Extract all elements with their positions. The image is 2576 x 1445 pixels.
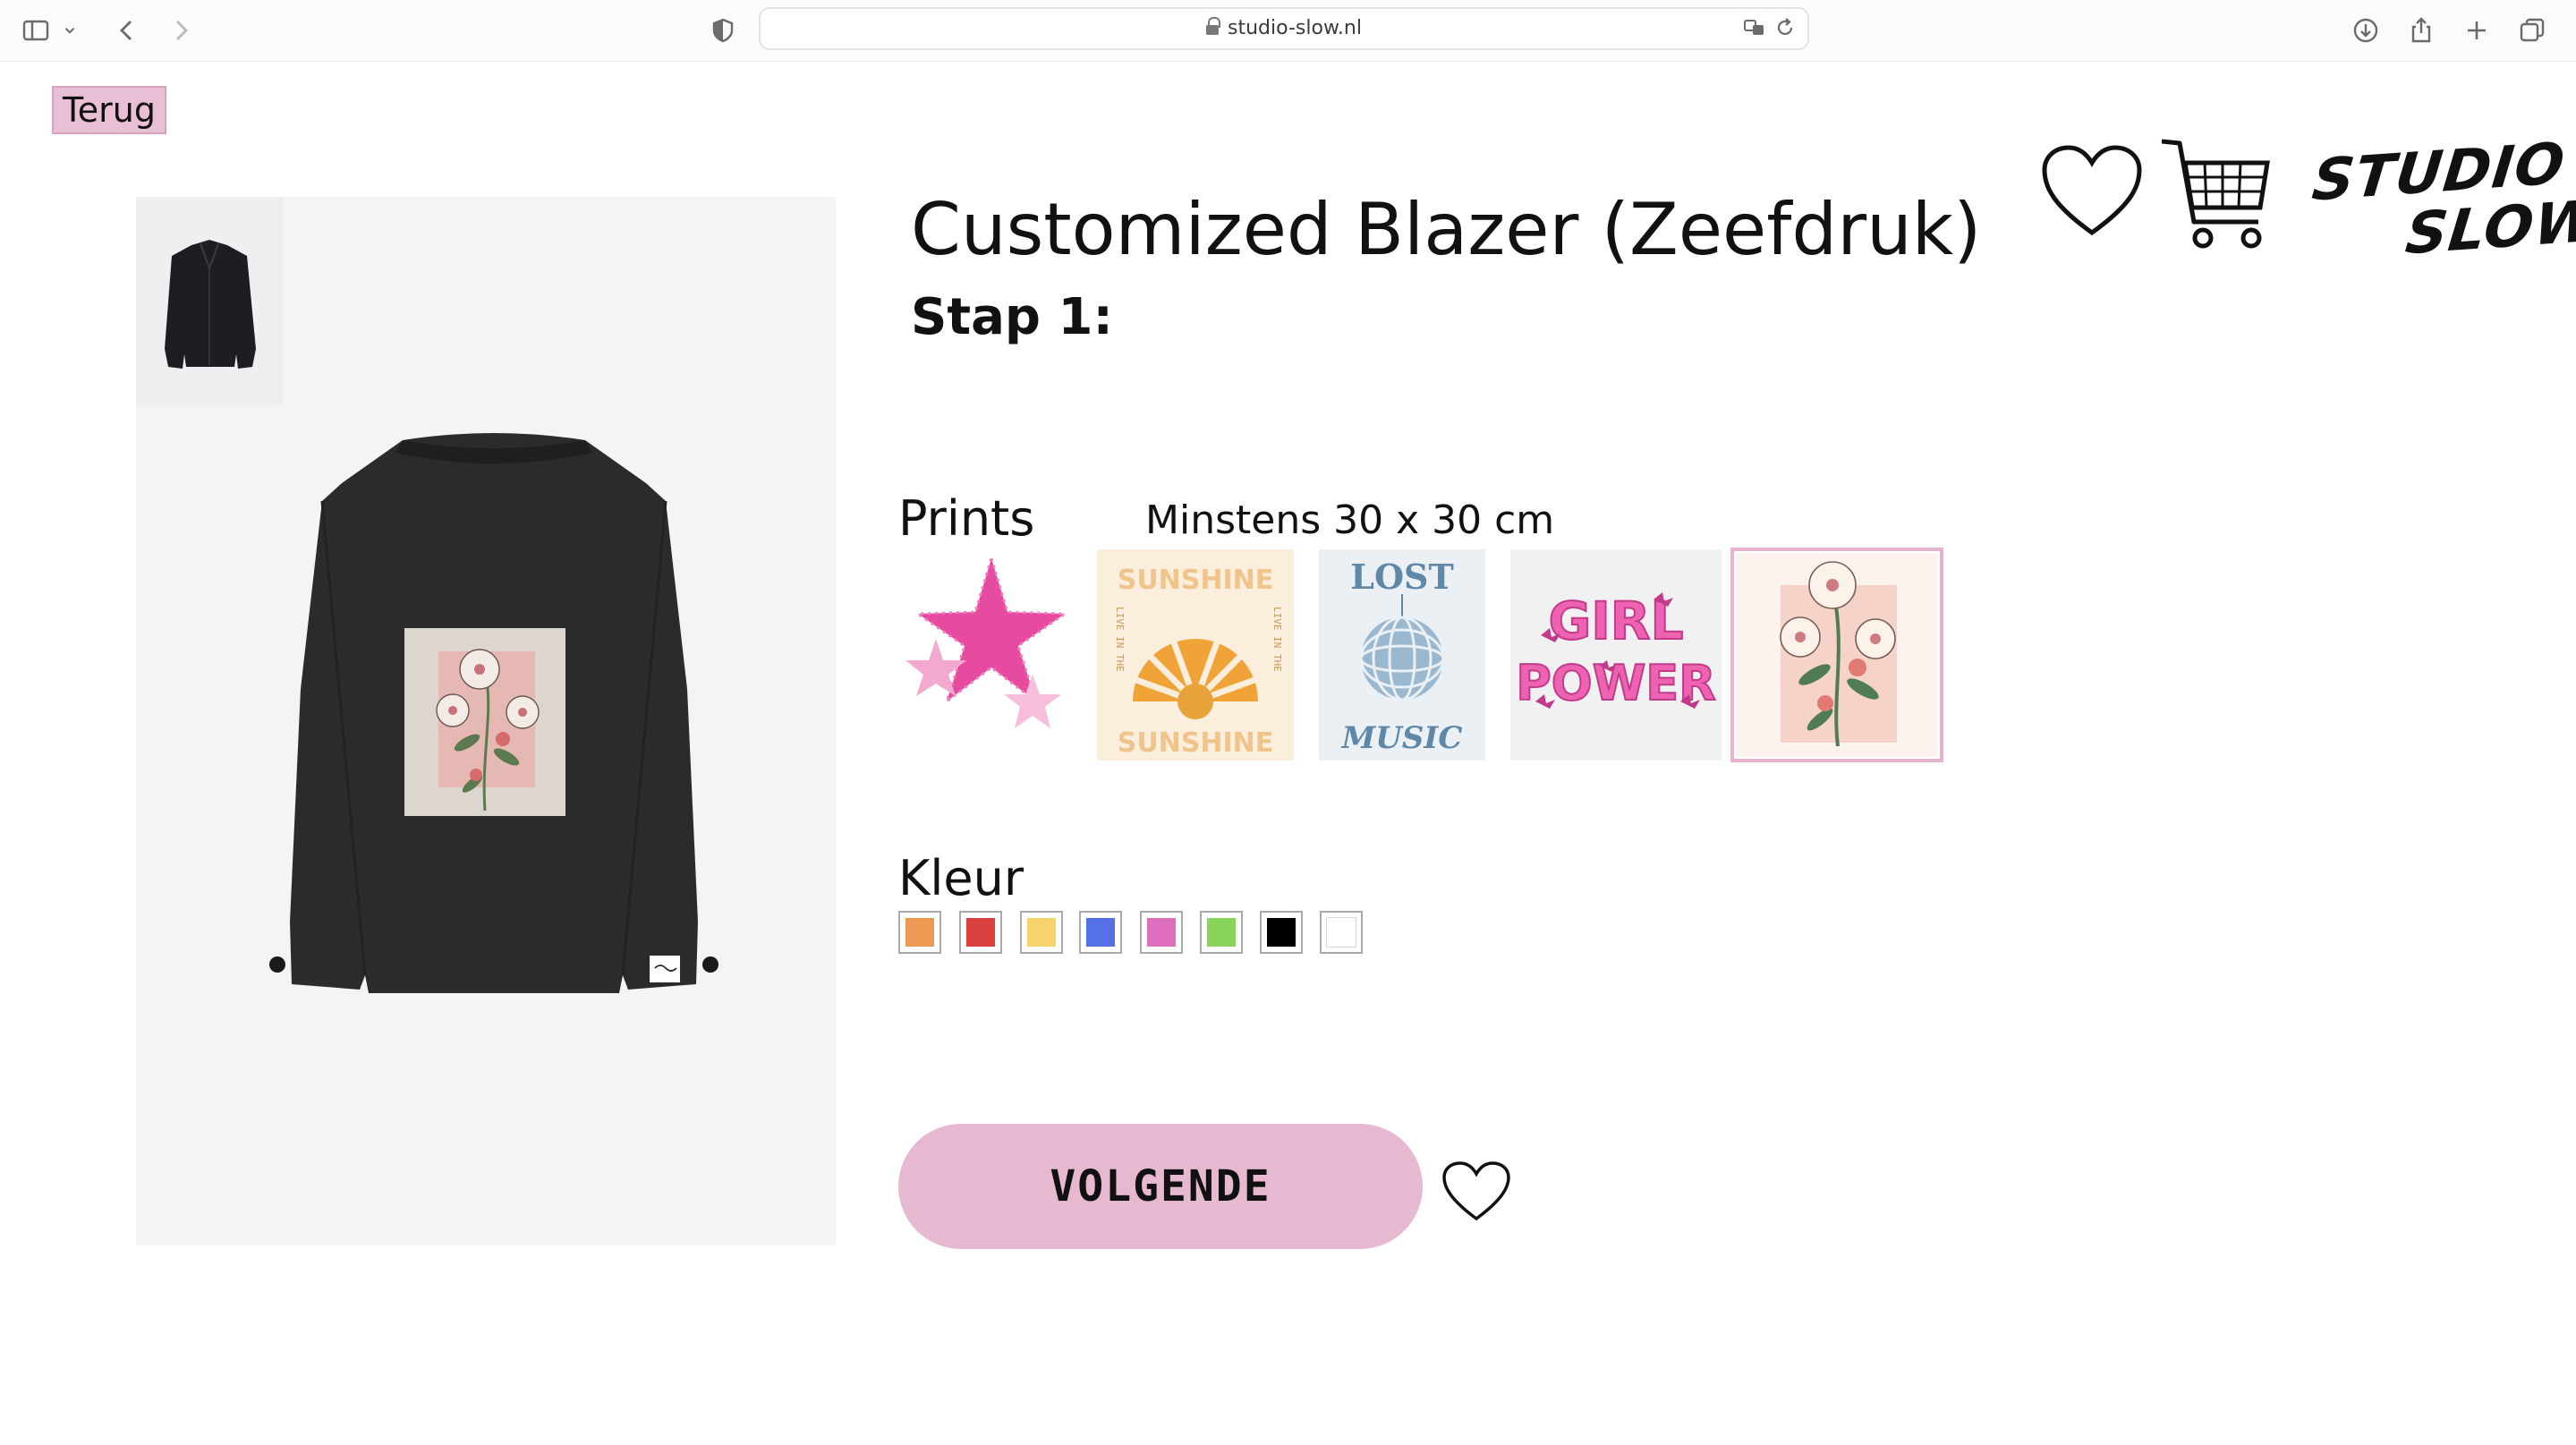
tab-overview-icon[interactable] bbox=[2512, 11, 2552, 50]
sunshine-side-text-right: LIVE IN THE bbox=[1271, 607, 1283, 672]
color-swatch-red[interactable] bbox=[959, 911, 1002, 954]
forward-arrow-icon[interactable] bbox=[161, 11, 200, 50]
new-tab-plus-icon[interactable] bbox=[2457, 11, 2496, 50]
color-label: Kleur bbox=[898, 850, 1024, 906]
back-arrow-icon[interactable] bbox=[107, 11, 147, 50]
music-text: MUSIC bbox=[1341, 720, 1463, 756]
print-option-lost-in-music[interactable]: LOST MUSIC bbox=[1319, 549, 1485, 761]
prints-label: Prints bbox=[898, 490, 1035, 547]
color-swatch-green[interactable] bbox=[1200, 911, 1243, 954]
studio-slow-logo[interactable]: STUDIO SLOW bbox=[2309, 131, 2576, 268]
privacy-shield-icon[interactable] bbox=[703, 11, 743, 50]
print-option-flower[interactable] bbox=[1730, 548, 1943, 762]
print-option-stars[interactable] bbox=[898, 549, 1079, 761]
print-option-sunshine[interactable]: SUNSHINE SUNSHINE LIVE IN THE LIVE IN TH… bbox=[1097, 549, 1294, 761]
lock-icon bbox=[1206, 17, 1220, 35]
color-swatch-orange[interactable] bbox=[898, 911, 941, 954]
share-icon[interactable] bbox=[2402, 11, 2441, 50]
color-swatch-pink[interactable] bbox=[1140, 911, 1183, 954]
color-swatch-white[interactable] bbox=[1320, 911, 1363, 954]
sunshine-top-text: SUNSHINE bbox=[1118, 565, 1274, 596]
download-icon[interactable] bbox=[2346, 11, 2385, 50]
shopping-cart-icon[interactable] bbox=[2158, 136, 2274, 252]
translate-icon[interactable] bbox=[1743, 16, 1766, 39]
color-swatch-yellow[interactable] bbox=[1020, 911, 1063, 954]
sidebar-toggle-icon[interactable] bbox=[16, 11, 55, 50]
print-size-note: Minstens 30 x 30 cm bbox=[1145, 497, 1555, 543]
wishlist-heart-icon[interactable] bbox=[2040, 143, 2144, 240]
sunshine-bottom-text: SUNSHINE bbox=[1118, 727, 1274, 759]
browser-toolbar: studio-slow.nl bbox=[0, 0, 2576, 62]
color-swatch-blue[interactable] bbox=[1079, 911, 1122, 954]
jacket-back-preview bbox=[208, 421, 780, 1029]
url-display: studio-slow.nl bbox=[761, 17, 1807, 39]
color-swatch-black[interactable] bbox=[1260, 911, 1303, 954]
back-button[interactable]: Terug bbox=[52, 86, 166, 134]
print-option-girl-power[interactable]: GIRL POWER bbox=[1510, 549, 1722, 761]
thumbnail-front-view[interactable] bbox=[136, 197, 283, 404]
chevron-down-icon[interactable] bbox=[59, 11, 81, 50]
step-label: Stap 1: bbox=[911, 288, 1113, 346]
reload-icon[interactable] bbox=[1773, 16, 1797, 39]
product-title: Customized Blazer (Zeefdruk) bbox=[911, 188, 1982, 271]
logo-text-slow: SLOW bbox=[2402, 188, 2576, 268]
sunshine-side-text-left: LIVE IN THE bbox=[1114, 607, 1126, 672]
favorite-heart-icon[interactable] bbox=[1441, 1160, 1512, 1224]
lost-text: LOST bbox=[1350, 557, 1454, 597]
address-bar[interactable]: studio-slow.nl bbox=[759, 7, 1809, 50]
next-button[interactable]: VOLGENDE bbox=[898, 1124, 1423, 1249]
url-text: studio-slow.nl bbox=[1228, 17, 1362, 39]
